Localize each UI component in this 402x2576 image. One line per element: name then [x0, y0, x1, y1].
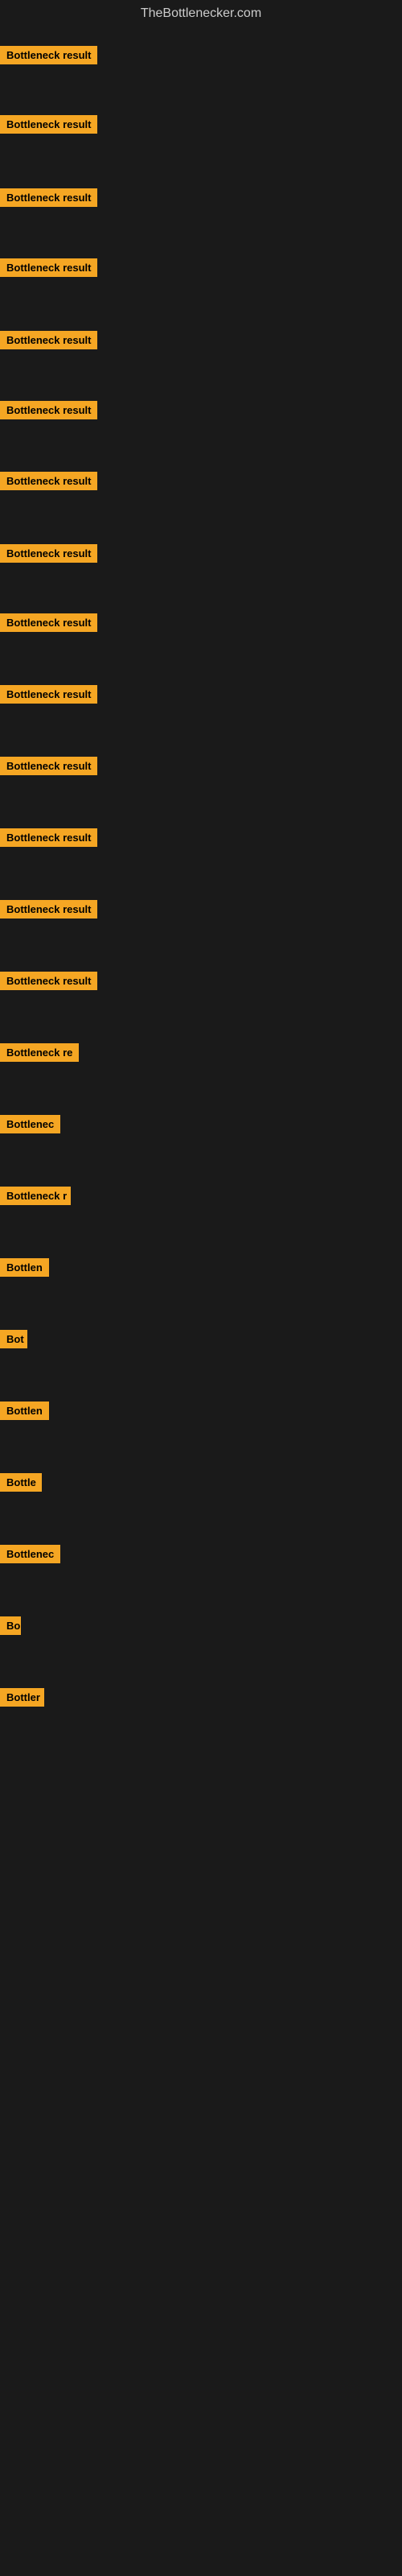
bottleneck-badge-7[interactable]: Bottleneck result — [0, 472, 97, 490]
bottleneck-badge-19[interactable]: Bot — [0, 1330, 27, 1348]
bottleneck-badge-5[interactable]: Bottleneck result — [0, 331, 97, 349]
bottleneck-badge-container-5: Bottleneck result — [0, 331, 97, 353]
bottleneck-badge-18[interactable]: Bottlen — [0, 1258, 49, 1277]
bottleneck-badge-9[interactable]: Bottleneck result — [0, 613, 97, 632]
bottleneck-badge-container-8: Bottleneck result — [0, 544, 97, 567]
bottleneck-badge-22[interactable]: Bottlenec — [0, 1545, 60, 1563]
bottleneck-badge-13[interactable]: Bottleneck result — [0, 900, 97, 919]
bottleneck-badge-23[interactable]: Bo — [0, 1616, 21, 1635]
bottleneck-badge-6[interactable]: Bottleneck result — [0, 401, 97, 419]
bottleneck-badge-1[interactable]: Bottleneck result — [0, 46, 97, 64]
bottleneck-badge-15[interactable]: Bottleneck re — [0, 1043, 79, 1062]
bottleneck-badge-11[interactable]: Bottleneck result — [0, 757, 97, 775]
site-title: TheBottlenecker.com — [0, 0, 402, 24]
bottleneck-badge-10[interactable]: Bottleneck result — [0, 685, 97, 704]
bottleneck-badge-3[interactable]: Bottleneck result — [0, 188, 97, 207]
bottleneck-badge-24[interactable]: Bottler — [0, 1688, 44, 1707]
bottleneck-badge-21[interactable]: Bottle — [0, 1473, 42, 1492]
bottleneck-badge-container-14: Bottleneck result — [0, 972, 97, 994]
bottleneck-badge-16[interactable]: Bottlenec — [0, 1115, 60, 1133]
bottleneck-badge-container-12: Bottleneck result — [0, 828, 97, 851]
bottleneck-badge-14[interactable]: Bottleneck result — [0, 972, 97, 990]
bottleneck-badge-container-15: Bottleneck re — [0, 1043, 79, 1066]
bottleneck-badge-container-16: Bottlenec — [0, 1115, 60, 1137]
bottleneck-badge-container-17: Bottleneck r — [0, 1187, 71, 1209]
bottleneck-badge-container-4: Bottleneck result — [0, 258, 97, 281]
bottleneck-badge-8[interactable]: Bottleneck result — [0, 544, 97, 563]
bottleneck-badge-container-23: Bo — [0, 1616, 21, 1639]
bottleneck-badge-12[interactable]: Bottleneck result — [0, 828, 97, 847]
bottleneck-badge-container-10: Bottleneck result — [0, 685, 97, 708]
bottleneck-badge-container-9: Bottleneck result — [0, 613, 97, 636]
bottleneck-badge-container-21: Bottle — [0, 1473, 42, 1496]
bottleneck-badge-container-11: Bottleneck result — [0, 757, 97, 779]
bottleneck-badge-container-20: Bottlen — [0, 1402, 49, 1424]
bottleneck-badge-container-18: Bottlen — [0, 1258, 49, 1281]
bottleneck-badge-container-13: Bottleneck result — [0, 900, 97, 923]
bottleneck-badge-17[interactable]: Bottleneck r — [0, 1187, 71, 1205]
bottleneck-badge-2[interactable]: Bottleneck result — [0, 115, 97, 134]
bottleneck-badge-container-2: Bottleneck result — [0, 115, 97, 138]
bottleneck-badge-container-22: Bottlenec — [0, 1545, 60, 1567]
bottleneck-badge-container-3: Bottleneck result — [0, 188, 97, 211]
bottleneck-badge-container-19: Bot — [0, 1330, 27, 1352]
bottleneck-badge-container-1: Bottleneck result — [0, 46, 97, 68]
bottleneck-badge-container-24: Bottler — [0, 1688, 44, 1711]
bottleneck-badge-4[interactable]: Bottleneck result — [0, 258, 97, 277]
bottleneck-badge-container-6: Bottleneck result — [0, 401, 97, 423]
bottleneck-badge-20[interactable]: Bottlen — [0, 1402, 49, 1420]
bottleneck-badge-container-7: Bottleneck result — [0, 472, 97, 494]
